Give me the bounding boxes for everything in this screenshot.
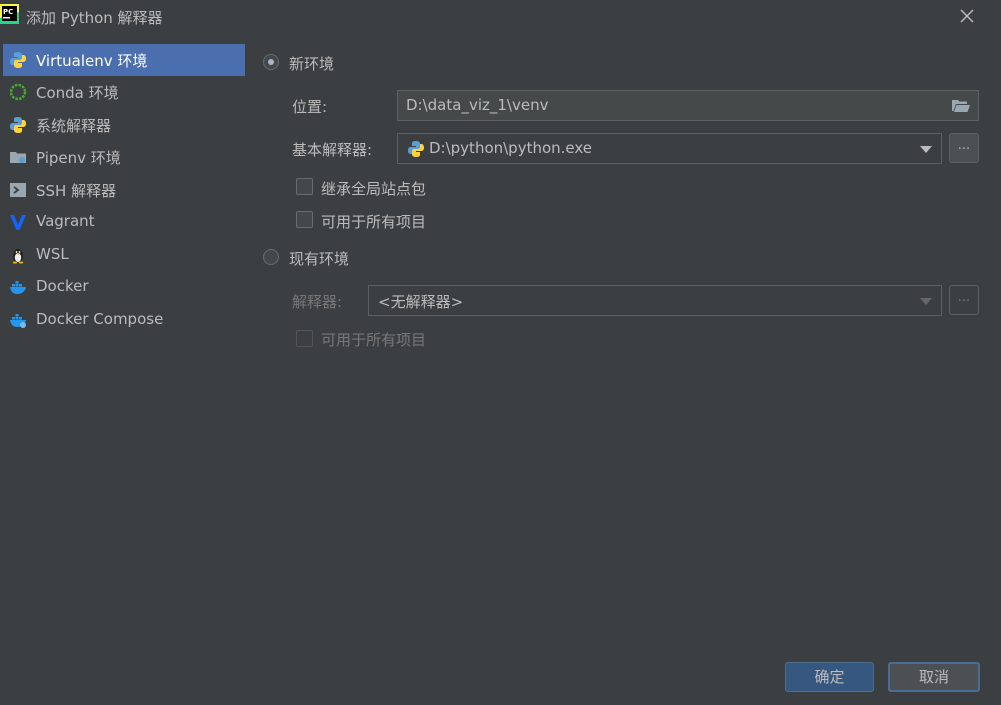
sidebar-item-label: Docker Compose [36,310,164,328]
sidebar-item-system[interactable]: 系统解释器 [3,109,245,141]
window-title: 添加 Python 解释器 [26,9,163,27]
close-icon[interactable] [956,5,978,27]
base-interpreter-combo[interactable]: D:\python\python.exe [397,133,942,164]
sidebar-item-label: Virtualenv 环境 [36,52,148,70]
sidebar-item-docker[interactable]: Docker [3,271,245,303]
existing-env-label[interactable]: 现有环境 [289,248,349,269]
radio-selected-dot [268,59,274,65]
conda-ring-icon [9,83,27,101]
terminal-icon [10,183,26,197]
folder-open-icon[interactable] [952,98,970,113]
sidebar-item-label: SSH 解释器 [36,182,117,200]
new-env-radio[interactable] [263,54,279,70]
pipenv-folder-icon [10,152,26,163]
existing-env-radio[interactable] [263,249,279,265]
sidebar-item-label: Docker [36,277,89,295]
sidebar-item-vagrant[interactable]: Vagrant [3,206,245,238]
svg-text:PC: PC [3,8,13,16]
sidebar-item-wsl[interactable]: WSL [3,239,245,271]
chevron-down-icon [920,298,932,305]
chevron-down-icon [920,146,932,153]
existing-interpreter-browse-button[interactable]: ... [949,285,979,315]
sidebar-item-docker-compose[interactable]: Docker Compose [3,304,245,336]
sidebar-item-label: 系统解释器 [36,117,112,135]
sidebar-item-label: WSL [36,245,69,263]
docker-whale-icon [10,281,26,294]
location-value: D:\data_viz_1\venv [406,96,549,114]
linux-penguin-icon [12,249,24,264]
interpreter-label: 解释器: [292,293,343,311]
sidebar-item-pipenv[interactable]: Pipenv 环境 [3,141,245,173]
title-bar: PC 添加 Python 解释器 [0,0,1001,34]
base-interpreter-label: 基本解释器: [292,141,373,159]
base-interpreter-browse-button[interactable]: ... [949,133,979,163]
existing-interpreter-value: <无解释器> [378,293,464,311]
new-env-all-projects-label[interactable]: 可用于所有项目 [321,211,426,232]
sidebar-item-ssh[interactable]: SSH 解释器 [3,174,245,206]
python-icon [408,141,424,157]
sidebar-item-label: Vagrant [36,212,95,230]
panel-divider [247,40,248,660]
ok-button[interactable]: 确定 [785,662,874,692]
base-interpreter-value: D:\python\python.exe [429,139,593,157]
existing-interpreter-combo[interactable]: <无解释器> [368,285,942,316]
new-env-all-projects-checkbox[interactable] [296,211,313,228]
interpreter-type-list: Virtualenv 环境 Conda 环境 系统解释器 Pipenv 环境 S… [0,40,247,705]
cancel-button[interactable]: 取消 [888,662,980,692]
sidebar-item-conda[interactable]: Conda 环境 [3,76,245,108]
location-label: 位置: [292,98,328,116]
new-env-label[interactable]: 新环境 [289,53,334,74]
virtualenv-python-icon [10,52,26,68]
sidebar-item-virtualenv[interactable]: Virtualenv 环境 [3,44,245,76]
python-icon [10,117,26,133]
location-field[interactable]: D:\data_viz_1\venv [397,90,979,121]
existing-env-all-projects-label[interactable]: 可用于所有项目 [321,329,426,350]
inherit-site-packages-checkbox[interactable] [296,178,313,195]
sidebar-item-label: Pipenv 环境 [36,149,121,167]
sidebar-item-label: Conda 环境 [36,84,119,102]
inherit-site-packages-label[interactable]: 继承全局站点包 [321,178,426,199]
existing-env-all-projects-checkbox[interactable] [296,330,313,347]
docker-compose-icon [10,314,26,328]
vagrant-v-icon [10,215,26,230]
pycharm-logo-icon: PC [0,4,19,24]
